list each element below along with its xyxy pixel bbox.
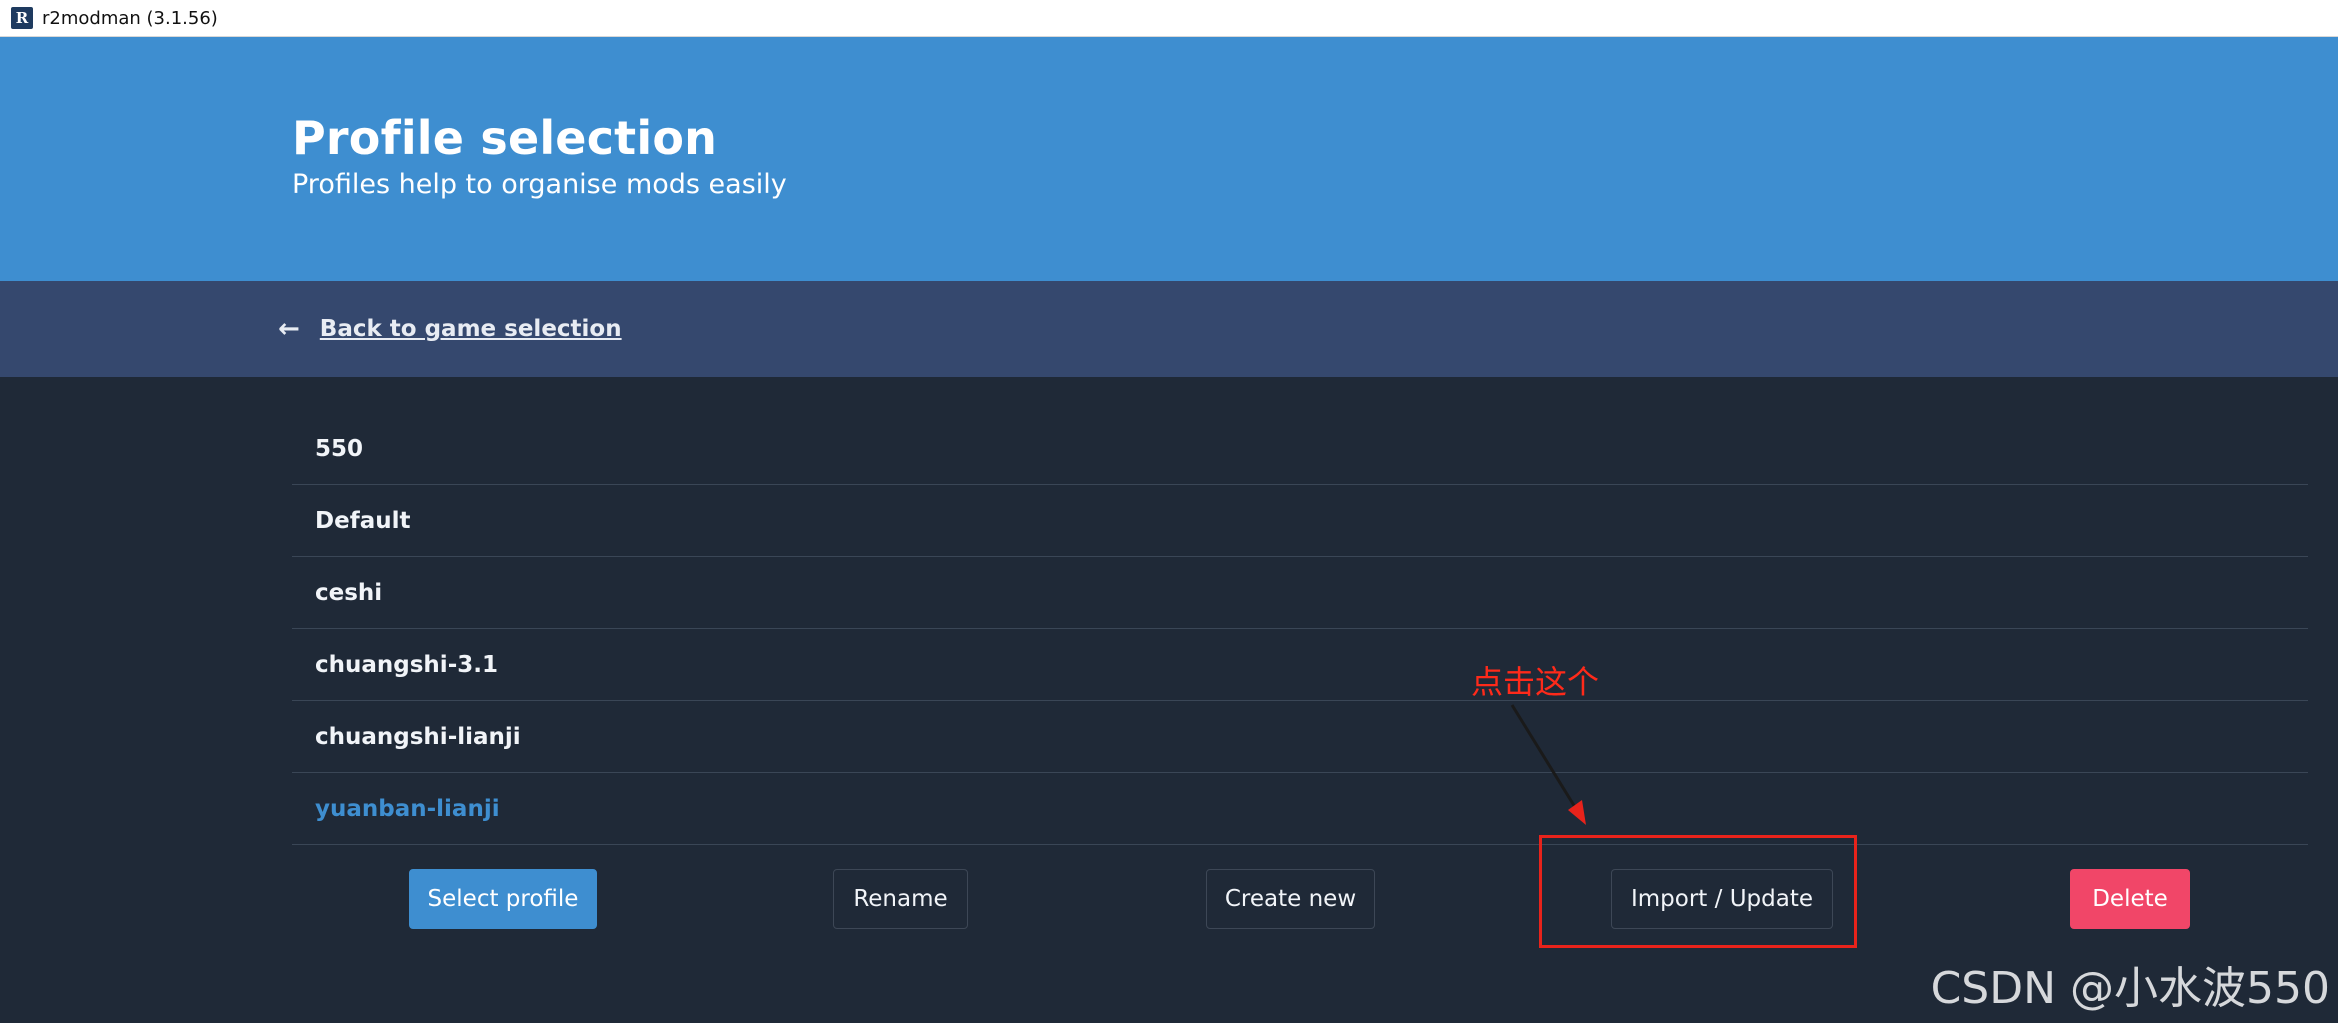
profile-list-item[interactable]: ceshi (292, 557, 2308, 629)
watermark-text: CSDN @小水波550 (1930, 963, 2330, 1014)
profile-list-item[interactable]: Default (292, 485, 2308, 557)
r2modman-logo-icon: R (11, 7, 33, 29)
create-new-button[interactable]: Create new (1206, 869, 1375, 929)
navigation-bar: ← Back to game selection (0, 281, 2338, 377)
annotation-label: 点击这个 (1471, 663, 1600, 701)
arrow-left-icon: ← (278, 314, 300, 344)
back-to-game-selection-link[interactable]: ← Back to game selection (278, 281, 622, 377)
rename-button[interactable]: Rename (833, 869, 968, 929)
profile-list-item[interactable]: 550 (292, 377, 2308, 485)
back-link-label: Back to game selection (319, 316, 622, 342)
window-titlebar: R r2modman (3.1.56) (0, 0, 2338, 37)
profile-actions: Select profile Rename Create new Import … (292, 869, 2308, 929)
page-header: Profile selection Profiles help to organ… (0, 37, 2338, 281)
window-title: r2modman (3.1.56) (42, 7, 218, 29)
page-title: Profile selection (292, 111, 718, 165)
select-profile-button[interactable]: Select profile (409, 869, 597, 929)
annotation-arrow-icon (1510, 704, 1586, 825)
page-subtitle: Profiles help to organise mods easily (292, 169, 787, 200)
profile-list-item[interactable]: chuangshi-3.1 (292, 629, 2308, 701)
delete-button[interactable]: Delete (2070, 869, 2190, 929)
profile-list: 550 Default ceshi chuangshi-3.1 chuangsh… (292, 377, 2308, 845)
annotation-highlight-box (1539, 835, 1857, 948)
profile-list-item[interactable]: chuangshi-lianji (292, 701, 2308, 773)
profile-list-item-selected[interactable]: yuanban-lianji (292, 773, 2308, 845)
